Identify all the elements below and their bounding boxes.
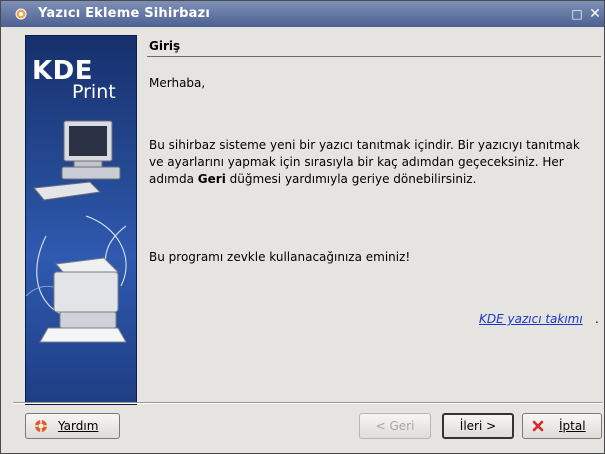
title-divider bbox=[147, 56, 601, 57]
button-divider bbox=[13, 402, 603, 404]
kde-gear-icon bbox=[15, 8, 27, 20]
intro-text: Bu sihirbaz sisteme yeni bir yazıcı tanı… bbox=[149, 137, 594, 188]
cancel-button-label: İptal bbox=[559, 419, 586, 433]
team-link-suffix: . bbox=[595, 312, 599, 326]
cancel-x-icon bbox=[532, 420, 544, 432]
help-button-label: Yardım bbox=[58, 419, 99, 433]
window-title: Yazıcı Ekleme Sihirbazı bbox=[38, 6, 211, 21]
back-button[interactable]: < Geri bbox=[359, 413, 431, 439]
intro-text-bold: Geri bbox=[197, 172, 226, 186]
closing-text: Bu programı zevkle kullanacağınıza emini… bbox=[149, 250, 411, 264]
cancel-button[interactable]: İptal bbox=[522, 413, 602, 439]
help-lifebuoy-icon bbox=[35, 420, 47, 432]
kde-team-link[interactable]: KDE yazıcı takımı bbox=[479, 312, 583, 326]
logo-print-text: Print bbox=[72, 81, 116, 103]
kde-print-banner: KDE Print bbox=[25, 35, 137, 405]
wizard-window: Yazıcı Ekleme Sihirbazı □ ✕ KDE Print Gi… bbox=[0, 0, 605, 454]
title-bar[interactable]: Yazıcı Ekleme Sihirbazı □ ✕ bbox=[1, 1, 604, 27]
page-title: Giriş bbox=[149, 39, 181, 53]
help-button[interactable]: Yardım bbox=[25, 413, 120, 439]
intro-text-part2: düğmesi yardımıyla geriye dönebilirsiniz… bbox=[225, 172, 477, 186]
maximize-button[interactable]: □ bbox=[569, 6, 585, 22]
back-button-label: < Geri bbox=[375, 419, 415, 433]
kde-print-logo: KDE Print bbox=[32, 58, 116, 102]
next-button-label: İleri > bbox=[459, 419, 497, 433]
close-button[interactable]: ✕ bbox=[587, 6, 603, 22]
greeting-text: Merhaba, bbox=[149, 76, 206, 90]
next-button[interactable]: İleri > bbox=[442, 413, 514, 439]
